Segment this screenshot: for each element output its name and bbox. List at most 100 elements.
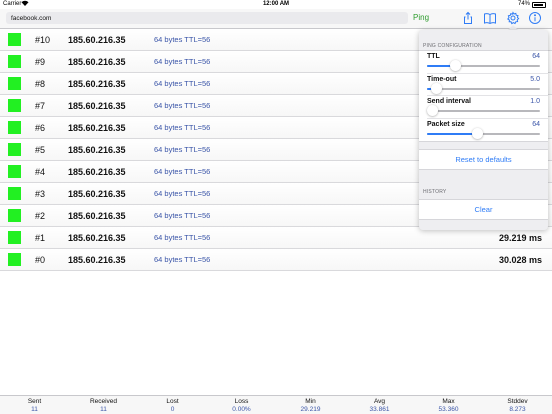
- packet-size-value: 64: [532, 120, 540, 128]
- ping-sequence: #3: [35, 189, 46, 199]
- stat-max-value: 53.360: [438, 406, 459, 413]
- stat-min: Min 29.219: [286, 398, 336, 414]
- ping-sequence: #7: [35, 101, 46, 111]
- packet-size-slider-fill: [427, 132, 478, 135]
- stat-sent-label: Sent: [27, 398, 42, 405]
- toolbar: Ping: [0, 9, 552, 29]
- success-indicator: [8, 99, 21, 112]
- reset-defaults-button[interactable]: Reset to defaults: [419, 149, 548, 170]
- success-indicator: [8, 33, 21, 46]
- ping-ip-address: 185.60.216.35: [68, 79, 126, 89]
- ping-sequence: #10: [35, 35, 51, 45]
- stat-received: Received 11: [79, 398, 129, 414]
- settings-popover: PING CONFIGURATION TTL 64 Time-out 5.0 Send …: [419, 30, 548, 230]
- timeout-label: Time-out: [427, 75, 457, 83]
- success-indicator: [8, 77, 21, 90]
- stats-bar: Sent 11 Received 11 Lost 0 Loss 0.00% Min 29.219 A…: [0, 395, 552, 414]
- ping-ip-address: 185.60.216.35: [68, 57, 126, 67]
- stat-max-label: Max: [442, 398, 455, 405]
- status-bar: Carrier 12:00 AM 74%: [0, 0, 552, 9]
- stat-avg: Avg 33.861: [355, 398, 405, 414]
- timeout-slider[interactable]: [427, 82, 540, 94]
- ping-reply-info: 64 bytes TTL=56: [154, 167, 211, 176]
- send-interval-slider-thumb[interactable]: [427, 105, 438, 116]
- send-interval-slider[interactable]: [427, 105, 540, 116]
- ping-ip-address: 185.60.216.35: [68, 211, 126, 221]
- ping-response-time: 29.219 ms: [498, 233, 542, 243]
- ping-sequence: #1: [35, 233, 46, 243]
- ping-reply-info: 64 bytes TTL=56: [154, 255, 211, 264]
- stat-received-label: Received: [89, 398, 118, 405]
- send-interval-label: Send interval: [427, 98, 471, 105]
- stat-sent: Sent 11: [10, 398, 60, 414]
- packet-size-slider-thumb[interactable]: [472, 127, 484, 139]
- ping-sequence: #8: [35, 79, 46, 89]
- ping-reply-info: 64 bytes TTL=56: [154, 211, 211, 220]
- success-indicator: [8, 209, 21, 222]
- timeout-slider-thumb[interactable]: [430, 82, 442, 94]
- stat-loss-label: Loss: [234, 398, 249, 405]
- ttl-value: 64: [532, 53, 540, 60]
- success-indicator: [8, 253, 21, 266]
- ping-response-time: 30.028 ms: [498, 255, 542, 265]
- stat-max: Max 53.360: [424, 398, 474, 414]
- ping-reply-info: 64 bytes TTL=56: [154, 79, 211, 88]
- ping-sequence: #0: [35, 255, 46, 265]
- stat-lost-value: 0: [170, 406, 175, 413]
- ping-ip-address: 185.60.216.35: [68, 167, 126, 177]
- gear-icon[interactable]: [506, 11, 520, 25]
- success-indicator: [8, 55, 21, 68]
- ping-ip-address: 185.60.216.35: [68, 101, 126, 111]
- success-indicator: [8, 187, 21, 200]
- stat-stddev-label: Stddev: [507, 398, 528, 405]
- setting-packet-size: Packet size 64: [427, 119, 548, 142]
- stat-avg-value: 33.861: [369, 406, 390, 413]
- info-icon[interactable]: [528, 11, 542, 25]
- host-input[interactable]: [6, 12, 408, 24]
- ping-sequence: #4: [35, 167, 46, 177]
- ping-ip-address: 185.60.216.35: [68, 255, 126, 265]
- ping-sequence: #6: [35, 123, 46, 133]
- ping-reply-info: 64 bytes TTL=56: [154, 101, 211, 110]
- battery-icon: [532, 2, 546, 8]
- ping-ip-address: 185.60.216.35: [68, 233, 126, 243]
- ping-row[interactable]: #0 185.60.216.35 64 bytes TTL=56 30.028 ms: [0, 249, 552, 271]
- timeout-value: 5.0: [530, 75, 540, 83]
- stat-loss-value: 0.00%: [232, 406, 251, 413]
- bookmarks-icon[interactable]: [483, 11, 497, 25]
- stat-min-label: Min: [305, 398, 316, 405]
- stat-lost-label: Lost: [166, 398, 179, 405]
- ping-sequence: #9: [35, 57, 46, 67]
- send-interval-value: 1.0: [530, 98, 540, 105]
- ping-reply-info: 64 bytes TTL=56: [154, 233, 211, 242]
- setting-ttl: TTL 64: [427, 51, 548, 74]
- stat-avg-label: Avg: [373, 398, 386, 405]
- ping-ip-address: 185.60.216.35: [68, 123, 126, 133]
- ttl-slider-thumb[interactable]: [449, 60, 461, 71]
- success-indicator: [8, 165, 21, 178]
- ping-button[interactable]: Ping: [413, 12, 429, 24]
- ping-ip-address: 185.60.216.35: [68, 189, 126, 199]
- ping-row[interactable]: #1 185.60.216.35 64 bytes TTL=56 29.219 ms: [0, 227, 552, 249]
- stat-min-value: 29.219: [300, 406, 321, 413]
- ping-configuration-header: PING CONFIGURATION: [423, 43, 482, 49]
- battery-percent: 74%: [517, 1, 530, 7]
- success-indicator: [8, 143, 21, 156]
- stat-loss: Loss 0.00%: [217, 398, 267, 414]
- ping-ip-address: 185.60.216.35: [68, 145, 126, 155]
- setting-timeout: Time-out 5.0: [427, 74, 548, 96]
- stat-stddev: Stddev 8.273: [493, 398, 543, 414]
- share-icon[interactable]: [461, 11, 475, 25]
- packet-size-slider[interactable]: [427, 127, 540, 139]
- ttl-label: TTL: [427, 53, 440, 60]
- stat-lost: Lost 0: [148, 398, 198, 414]
- ping-reply-info: 64 bytes TTL=56: [154, 35, 211, 44]
- stat-received-value: 11: [100, 406, 107, 413]
- status-time: 12:00 AM: [262, 1, 290, 7]
- ping-reply-info: 64 bytes TTL=56: [154, 57, 211, 66]
- ping-reply-info: 64 bytes TTL=56: [154, 145, 211, 154]
- ping-reply-info: 64 bytes TTL=56: [154, 189, 211, 198]
- ttl-slider[interactable]: [427, 60, 540, 71]
- clear-history-button[interactable]: Clear: [419, 199, 548, 220]
- success-indicator: [8, 231, 21, 244]
